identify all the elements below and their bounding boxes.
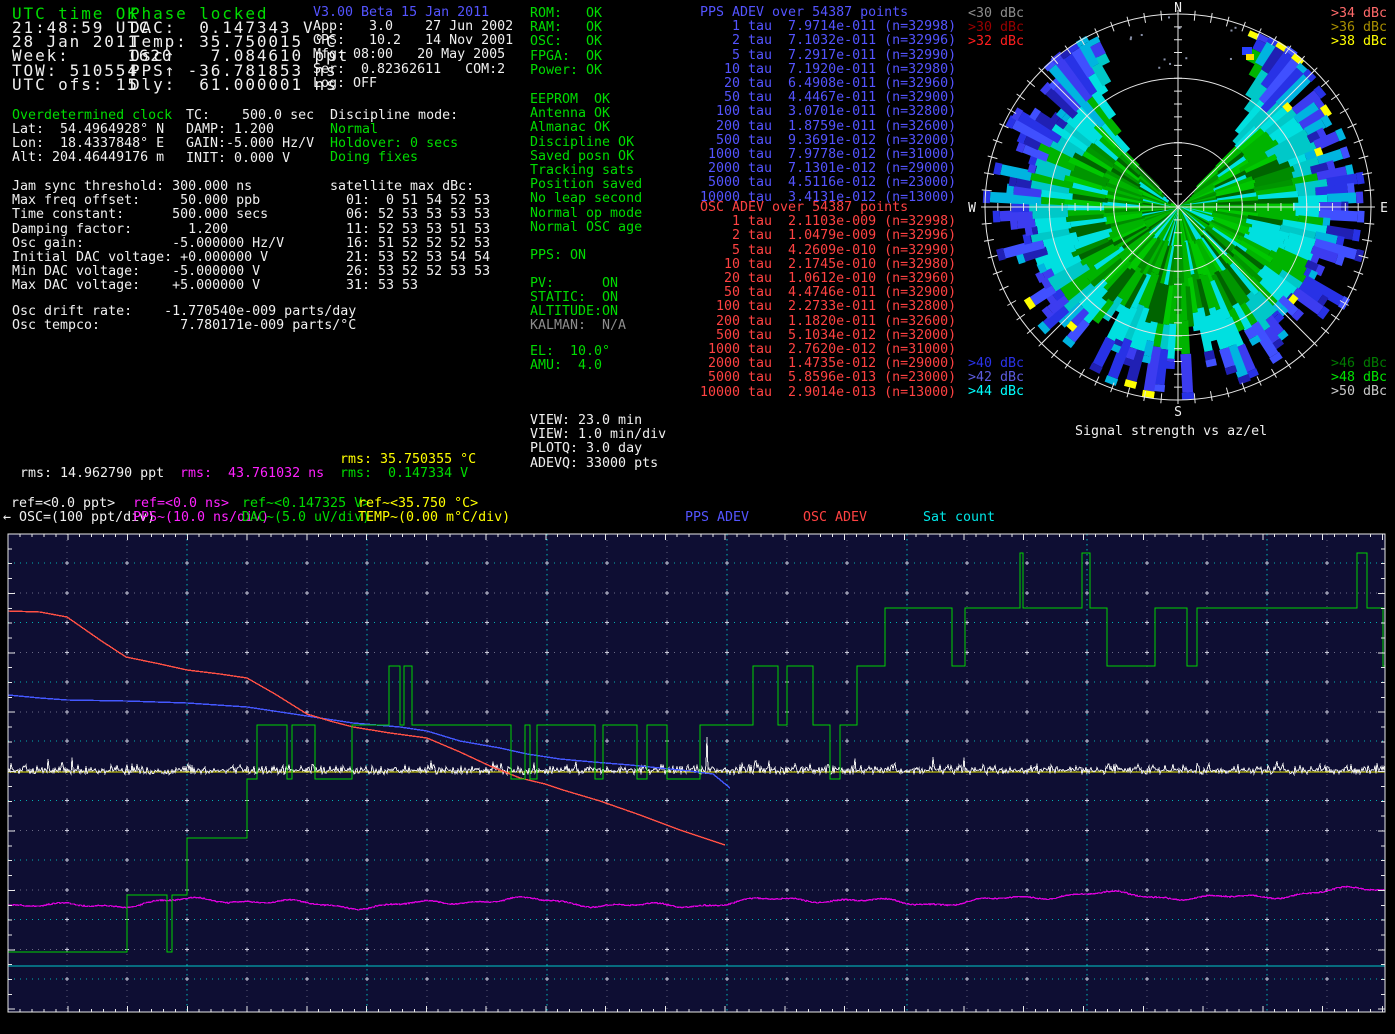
rms-dac: rms: 0.147334 V <box>340 467 468 481</box>
discipline-mode-list: Normal Holdover: 0 secs Doing fixes <box>330 123 458 166</box>
osc-param-block: Jam sync threshold: 300.000 ns Max freq … <box>12 180 284 294</box>
ref-dac-scale: ref~<0.147325 V> DAC~(5.0 uV/div) <box>242 497 370 525</box>
svg-text:S: S <box>1174 405 1182 420</box>
fix-mode-list: PV: ON STATIC: ON ALTITUDE:ON <box>530 277 618 320</box>
osc-adev-table: OSC ADEV over 54387 points 1 tau 2.1103e… <box>700 201 956 400</box>
lady-heather-gpsdo-monitor-screen: { "palette": { "green":"#00dc00","white"… <box>0 0 1395 1034</box>
rms-osc: rms: 14.962790 ppt <box>20 467 164 481</box>
dbc-legend-gt50: >50 dBc <box>1331 385 1387 399</box>
el-amu-block: EL: 10.0° AMU: 4.0 <box>530 345 610 373</box>
gps-status-list: EEPROM OK Antenna OK Almanac OK Discipli… <box>530 93 642 235</box>
plot-label-pps-adev: PPS ADEV <box>685 511 749 525</box>
svg-text:W: W <box>968 201 976 216</box>
rms-pps: rms: 43.761032 ns <box>180 467 324 481</box>
svg-text:E: E <box>1380 201 1388 216</box>
plot-label-sat-count: Sat count <box>923 511 995 525</box>
kalman-status: KALMAN: N/A <box>530 319 626 333</box>
osc-drift-block: Osc drift rate: -1.770540e-009 parts/day… <box>12 305 356 333</box>
pps-status: PPS: ON <box>530 249 586 263</box>
view-queue-block: VIEW: 23.0 min VIEW: 1.0 min/div PLOTQ: … <box>530 414 666 471</box>
dbc-legend-gt32: >32 dBc <box>968 35 1024 49</box>
polar-az-el-signal-map: N S E W <box>960 0 1395 420</box>
dbc-legend-gt44: >44 dBc <box>968 385 1024 399</box>
version-block: App: 3.0 27 Jun 2002 GPS: 10.2 14 Nov 20… <box>313 20 513 91</box>
pps-adev-table: PPS ADEV over 54387 points 1 tau 7.9714e… <box>700 6 956 205</box>
strip-chart-plot <box>0 528 1395 1034</box>
lat-lon-alt-block: Lat: 54.4964928° N Lon: 18.4337848° E Al… <box>12 123 164 166</box>
plot-label-osc-adev: OSC ADEV <box>803 511 867 525</box>
dbc-legend-gt38: >38 dBc <box>1331 35 1387 49</box>
satellite-max-dbc-table: satellite max dBc: 01: 0 51 54 52 53 06:… <box>330 180 490 294</box>
svg-text:N: N <box>1174 1 1182 16</box>
loop-param-block: TC: 500.0 sec DAMP: 1.200 GAIN:-5.000 Hz… <box>186 109 314 166</box>
polar-caption: Signal strength vs az/el <box>1075 425 1267 439</box>
ref-temp-scale: ref~<35.750 °C> TEMP~(0.00 m°C/div) <box>358 497 510 525</box>
self-test-status: ROM: OK RAM: OK OSC: OK FPGA: OK Power: … <box>530 7 602 78</box>
